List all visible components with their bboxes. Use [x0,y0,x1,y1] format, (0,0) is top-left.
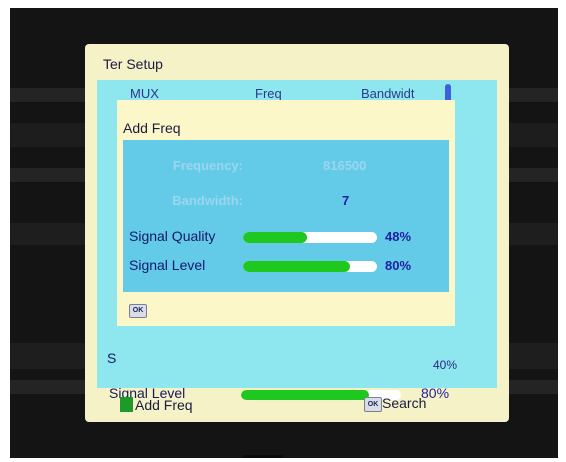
ok-button-icon[interactable]: OK [129,304,147,318]
signal-level-bar-fill [241,390,369,400]
column-header-bandwidth: Bandwidt [361,86,415,101]
bandwidth-value[interactable]: 7 [342,193,349,208]
window-title: Ter Setup [103,56,163,72]
signal-quality-label-partial: S [107,350,117,366]
signal-level-label: Signal Level [129,257,206,273]
green-key-icon[interactable] [120,397,133,412]
signal-quality-label: Signal Quality [129,228,216,244]
signal-quality-value-partial: 40% [433,358,458,372]
column-header-freq: Freq [255,86,282,101]
signal-quality-bar [243,232,377,243]
dialog-title: Add Freq [123,120,181,136]
frequency-label: Frequency: [172,158,243,173]
add-freq-hint[interactable]: Add Freq [135,397,193,413]
search-hint[interactable]: Search [382,395,426,411]
signal-quality-value: 48% [385,229,412,244]
signal-level-bar [243,261,377,272]
ok-button-icon[interactable]: OK [364,397,382,412]
bandwidth-label: Bandwidth: [172,193,243,208]
signal-level-value: 80% [385,258,412,273]
screen-edge-marker [243,455,283,458]
column-header-mux: MUX [130,86,159,101]
add-freq-dialog: Add Freq Frequency: 816500 Bandwidth: 7 … [117,100,455,326]
add-freq-panel: Frequency: 816500 Bandwidth: 7 Signal Qu… [123,140,449,292]
frequency-value[interactable]: 816500 [323,158,366,173]
signal-quality-bar-fill [243,232,308,243]
signal-level-bar-fill [243,261,351,272]
